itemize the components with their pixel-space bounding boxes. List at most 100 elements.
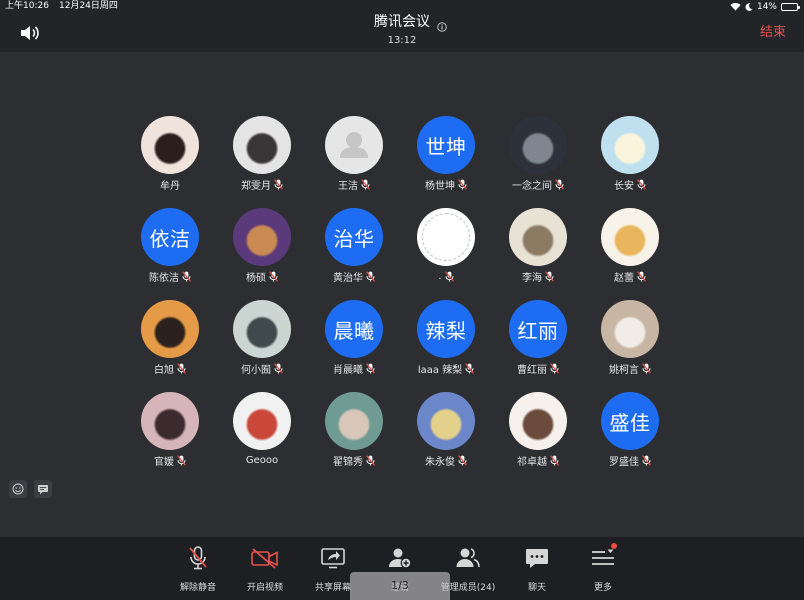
participant-name-row: 郑雯月 bbox=[216, 177, 308, 192]
participant-name-row: 曹红丽 bbox=[492, 361, 584, 376]
participant-name: 白旭 bbox=[154, 364, 174, 376]
participant-name: 陈依洁 bbox=[149, 272, 179, 284]
participant-tile[interactable]: . bbox=[400, 208, 492, 300]
avatar-initials: 辣梨 bbox=[425, 318, 467, 343]
participant-tile[interactable]: 治华 黄治华 bbox=[308, 208, 400, 300]
participant-name: 姚柯言 bbox=[609, 364, 639, 376]
participant-tile[interactable]: 长安 bbox=[584, 116, 676, 208]
participant-tile[interactable]: 辣梨 laaa 辣梨 bbox=[400, 300, 492, 392]
participant-avatar: 辣梨 bbox=[417, 300, 475, 358]
participant-avatar bbox=[325, 392, 383, 450]
participant-tile[interactable]: 翟锦秀 bbox=[308, 392, 400, 484]
start-video-label: 开启视频 bbox=[246, 583, 283, 593]
participant-avatar bbox=[141, 116, 199, 174]
participant-name: 朱永俊 bbox=[425, 456, 455, 468]
mic-muted-icon bbox=[637, 270, 646, 282]
participant-name-row: 罗盛佳 bbox=[584, 453, 676, 468]
notification-dot bbox=[611, 543, 617, 549]
battery-percent: 14% bbox=[756, 1, 777, 12]
participant-name: 王洁 bbox=[338, 180, 358, 192]
participant-tile[interactable]: Geooo bbox=[216, 392, 308, 484]
participant-name: laaa 辣梨 bbox=[417, 364, 463, 376]
participant-avatar: 治华 bbox=[325, 208, 383, 266]
participant-avatar bbox=[233, 116, 291, 174]
meeting-title: 腾讯会议 bbox=[0, 13, 804, 31]
status-time: 上午10:26 bbox=[5, 1, 49, 11]
chat-label: 聊天 bbox=[527, 583, 546, 593]
participant-avatar: 世坤 bbox=[417, 116, 475, 174]
top-bar: 上午10:26 12月24日周四 14% 腾讯会议 13:12 结束 bbox=[0, 0, 804, 52]
participant-name: 郑雯月 bbox=[241, 180, 271, 192]
participant-name: 李海 bbox=[522, 272, 542, 284]
participant-tile[interactable]: 姚柯言 bbox=[584, 300, 676, 392]
avatar-initials: 晨曦 bbox=[333, 318, 375, 343]
participant-tile[interactable]: 牟丹 bbox=[124, 116, 216, 208]
moon-icon bbox=[745, 2, 753, 11]
mic-muted-icon bbox=[550, 454, 559, 466]
participant-tile[interactable]: 白旭 bbox=[124, 300, 216, 392]
participant-avatar: 晨曦 bbox=[325, 300, 383, 358]
info-icon[interactable] bbox=[437, 17, 447, 32]
avatar-initials: 盛佳 bbox=[609, 410, 651, 435]
mic-muted-icon bbox=[458, 454, 467, 466]
participant-tile[interactable]: 祁卓越 bbox=[492, 392, 584, 484]
unmute-button[interactable]: 解除静音 bbox=[163, 546, 233, 596]
participant-name-row: 长安 bbox=[584, 177, 676, 192]
participant-tile[interactable]: 杨硕 bbox=[216, 208, 308, 300]
avatar-initials: 红丽 bbox=[517, 318, 559, 343]
more-button[interactable]: 更多 bbox=[568, 543, 638, 596]
participant-name-row: 肖晨曦 bbox=[308, 361, 400, 376]
participant-tile[interactable]: 赵蕾 bbox=[584, 208, 676, 300]
participant-name-row: 杨硕 bbox=[216, 269, 308, 284]
participant-name: 翟锦秀 bbox=[333, 456, 363, 468]
participant-name-row: 李海 bbox=[492, 269, 584, 284]
participant-avatar bbox=[601, 116, 659, 174]
participant-avatar bbox=[233, 208, 291, 266]
participant-tile[interactable]: 晨曦 肖晨曦 bbox=[308, 300, 400, 392]
participant-name: 官媛 bbox=[154, 456, 174, 468]
participant-name-row: 翟锦秀 bbox=[308, 453, 400, 468]
chat-button[interactable]: 聊天 bbox=[502, 546, 572, 596]
participant-avatar bbox=[417, 208, 475, 266]
mic-muted-icon bbox=[465, 362, 475, 374]
participant-name-row: laaa 辣梨 bbox=[400, 361, 492, 376]
participant-tile[interactable]: 朱永俊 bbox=[400, 392, 492, 484]
participant-avatar: 红丽 bbox=[509, 300, 567, 358]
participant-avatar bbox=[233, 392, 291, 450]
participant-avatar bbox=[601, 208, 659, 266]
participant-name: 杨硕 bbox=[246, 272, 266, 284]
mic-muted-icon bbox=[366, 362, 375, 374]
manage-members-icon bbox=[453, 546, 483, 570]
participant-tile[interactable]: 一念之间 bbox=[492, 116, 584, 208]
participant-tile[interactable]: 盛佳 罗盛佳 bbox=[584, 392, 676, 484]
participant-avatar bbox=[509, 392, 567, 450]
message-button[interactable] bbox=[34, 480, 52, 498]
mic-muted-icon bbox=[545, 270, 554, 282]
participant-avatar bbox=[141, 300, 199, 358]
participant-tile[interactable]: 世坤 杨世坤 bbox=[400, 116, 492, 208]
battery-icon bbox=[781, 2, 800, 11]
start-video-button[interactable]: 开启视频 bbox=[230, 546, 300, 596]
mic-muted-icon bbox=[366, 270, 375, 282]
participant-name: 赵蕾 bbox=[614, 272, 634, 284]
meeting-title-text: 腾讯会议 bbox=[374, 14, 430, 30]
participant-name: 曹红丽 bbox=[517, 364, 547, 376]
participant-tile[interactable]: 依洁 陈依洁 bbox=[124, 208, 216, 300]
participant-tile[interactable]: 李海 bbox=[492, 208, 584, 300]
participant-tile[interactable]: 官媛 bbox=[124, 392, 216, 484]
participant-name-row: 牟丹 bbox=[124, 177, 216, 192]
participant-tile[interactable]: 郑雯月 bbox=[216, 116, 308, 208]
invite-icon bbox=[385, 546, 415, 570]
participant-tile[interactable]: 红丽 曹红丽 bbox=[492, 300, 584, 392]
camera-off-icon bbox=[250, 546, 280, 570]
emoji-button[interactable] bbox=[9, 480, 27, 498]
participant-name: 祁卓越 bbox=[517, 456, 547, 468]
mic-muted-icon bbox=[550, 362, 559, 374]
end-meeting-button[interactable]: 结束 bbox=[760, 25, 786, 41]
participant-tile[interactable]: 王洁 bbox=[308, 116, 400, 208]
message-icon bbox=[37, 480, 49, 499]
avatar-ring bbox=[422, 213, 470, 261]
participant-tile[interactable]: 何小囿 bbox=[216, 300, 308, 392]
mic-muted-icon bbox=[555, 178, 564, 190]
participant-name-row: 赵蕾 bbox=[584, 269, 676, 284]
